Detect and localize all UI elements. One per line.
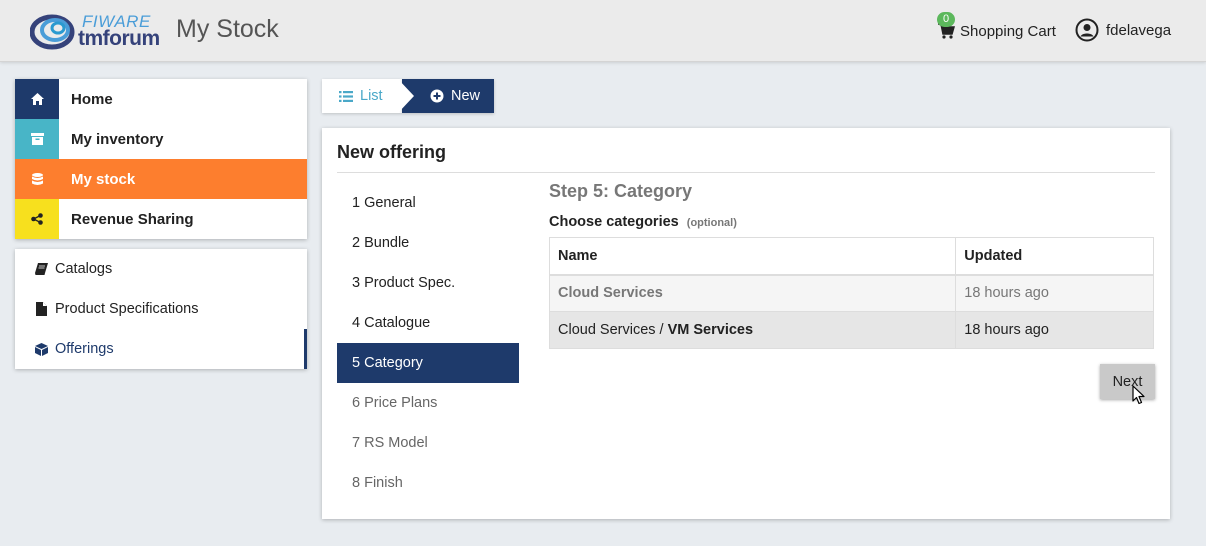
nav-label: Home xyxy=(71,90,113,108)
column-header-updated[interactable]: Updated xyxy=(955,237,1154,276)
new-offering-panel: New offering 1 General 2 Bundle 3 Produc… xyxy=(322,128,1170,519)
cart-count-badge: 0 xyxy=(937,12,955,27)
step-finish[interactable]: 8 Finish xyxy=(337,463,519,503)
cart-icon: 0 xyxy=(937,12,955,40)
user-name: fdelavega xyxy=(1106,21,1172,39)
swirl-logo-icon xyxy=(30,14,75,50)
logo-tmforum-text: tmforum xyxy=(78,27,160,50)
book-icon xyxy=(33,261,49,277)
main-nav: Home My inventory My stock Revenue Shari… xyxy=(15,79,307,239)
subnav-item-catalogs[interactable]: Catalogs xyxy=(15,249,307,289)
step-rs-model[interactable]: 7 RS Model xyxy=(337,423,519,463)
updated-cell: 18 hours ago xyxy=(955,311,1154,349)
next-button[interactable]: Next xyxy=(1100,364,1155,399)
choose-categories-text: Choose categories xyxy=(549,214,679,230)
panel-title: New offering xyxy=(337,142,447,162)
cube-icon xyxy=(33,341,49,357)
file-icon xyxy=(33,301,49,317)
category-name-cell: Cloud Services xyxy=(548,274,957,312)
column-header-name[interactable]: Name xyxy=(548,237,957,276)
category-parent-path: Cloud Services / xyxy=(558,322,668,338)
divider xyxy=(337,172,1155,173)
nav-label: Revenue Sharing xyxy=(71,210,194,228)
optional-hint: (optional) xyxy=(686,217,737,229)
page-title: My Stock xyxy=(176,15,279,43)
nav-item-home[interactable]: Home xyxy=(15,79,307,119)
user-menu[interactable]: fdelavega xyxy=(1075,17,1171,43)
archive-icon xyxy=(15,119,59,159)
home-icon xyxy=(15,79,59,119)
subnav-label: Offerings xyxy=(55,341,114,357)
breadcrumb-list-label: List xyxy=(360,88,383,104)
updated-cell: 18 hours ago xyxy=(955,274,1154,312)
table-row[interactable]: Cloud Services / VM Services 18 hours ag… xyxy=(548,311,1154,349)
nav-item-revenue-sharing[interactable]: Revenue Sharing xyxy=(15,199,307,239)
subnav-item-product-specifications[interactable]: Product Specifications xyxy=(15,289,307,329)
nav-label: My stock xyxy=(71,170,136,188)
categories-table: Name Updated Cloud Services 18 hours ago… xyxy=(548,237,1154,349)
nav-item-my-stock[interactable]: My stock xyxy=(15,159,307,199)
table-header-row: Name Updated xyxy=(548,237,1154,276)
category-name: VM Services xyxy=(667,322,754,338)
step-heading: Step 5: Category xyxy=(549,181,693,201)
table-row[interactable]: Cloud Services 18 hours ago xyxy=(548,274,1154,312)
breadcrumb-new-current: New xyxy=(402,79,494,113)
shopping-cart-button[interactable]: 0 Shopping Cart xyxy=(937,12,1056,43)
step-price-plans[interactable]: 6 Price Plans xyxy=(337,383,519,423)
cart-label: Shopping Cart xyxy=(960,22,1056,40)
subnav-item-offerings[interactable]: Offerings xyxy=(15,329,307,369)
breadcrumb-arrow xyxy=(398,79,414,113)
nav-item-my-inventory[interactable]: My inventory xyxy=(15,119,307,159)
category-name-cell: Cloud Services / VM Services xyxy=(548,311,957,349)
nav-label: My inventory xyxy=(71,130,164,148)
step-bundle[interactable]: 2 Bundle xyxy=(337,223,519,263)
choose-categories-label: Choose categories (optional) xyxy=(549,214,737,230)
subnav-label: Product Specifications xyxy=(55,301,199,317)
step-product-spec[interactable]: 3 Product Spec. xyxy=(337,263,519,303)
user-circle-icon xyxy=(1075,18,1099,42)
step-catalogue[interactable]: 4 Catalogue xyxy=(337,303,519,343)
top-header: FIWARE tmforum My Stock 0 Shopping Cart … xyxy=(0,0,1206,62)
wizard-steps: 1 General 2 Bundle 3 Product Spec. 4 Cat… xyxy=(337,183,519,503)
share-icon xyxy=(15,199,59,239)
mouse-pointer-icon xyxy=(1132,385,1145,405)
subnav-label: Catalogs xyxy=(55,261,113,277)
step-general[interactable]: 1 General xyxy=(337,183,519,223)
fiware-tmforum-logo[interactable]: FIWARE tmforum xyxy=(30,10,170,52)
list-icon xyxy=(339,90,353,102)
plus-circle-icon xyxy=(430,89,444,103)
step-category[interactable]: 5 Category xyxy=(337,343,519,383)
database-icon xyxy=(15,159,59,199)
breadcrumb-new-label: New xyxy=(451,88,481,104)
stock-subnav: Catalogs Product Specifications Offering… xyxy=(15,249,307,369)
category-name: Cloud Services xyxy=(558,285,663,302)
breadcrumb-list-button[interactable]: List xyxy=(322,79,402,113)
